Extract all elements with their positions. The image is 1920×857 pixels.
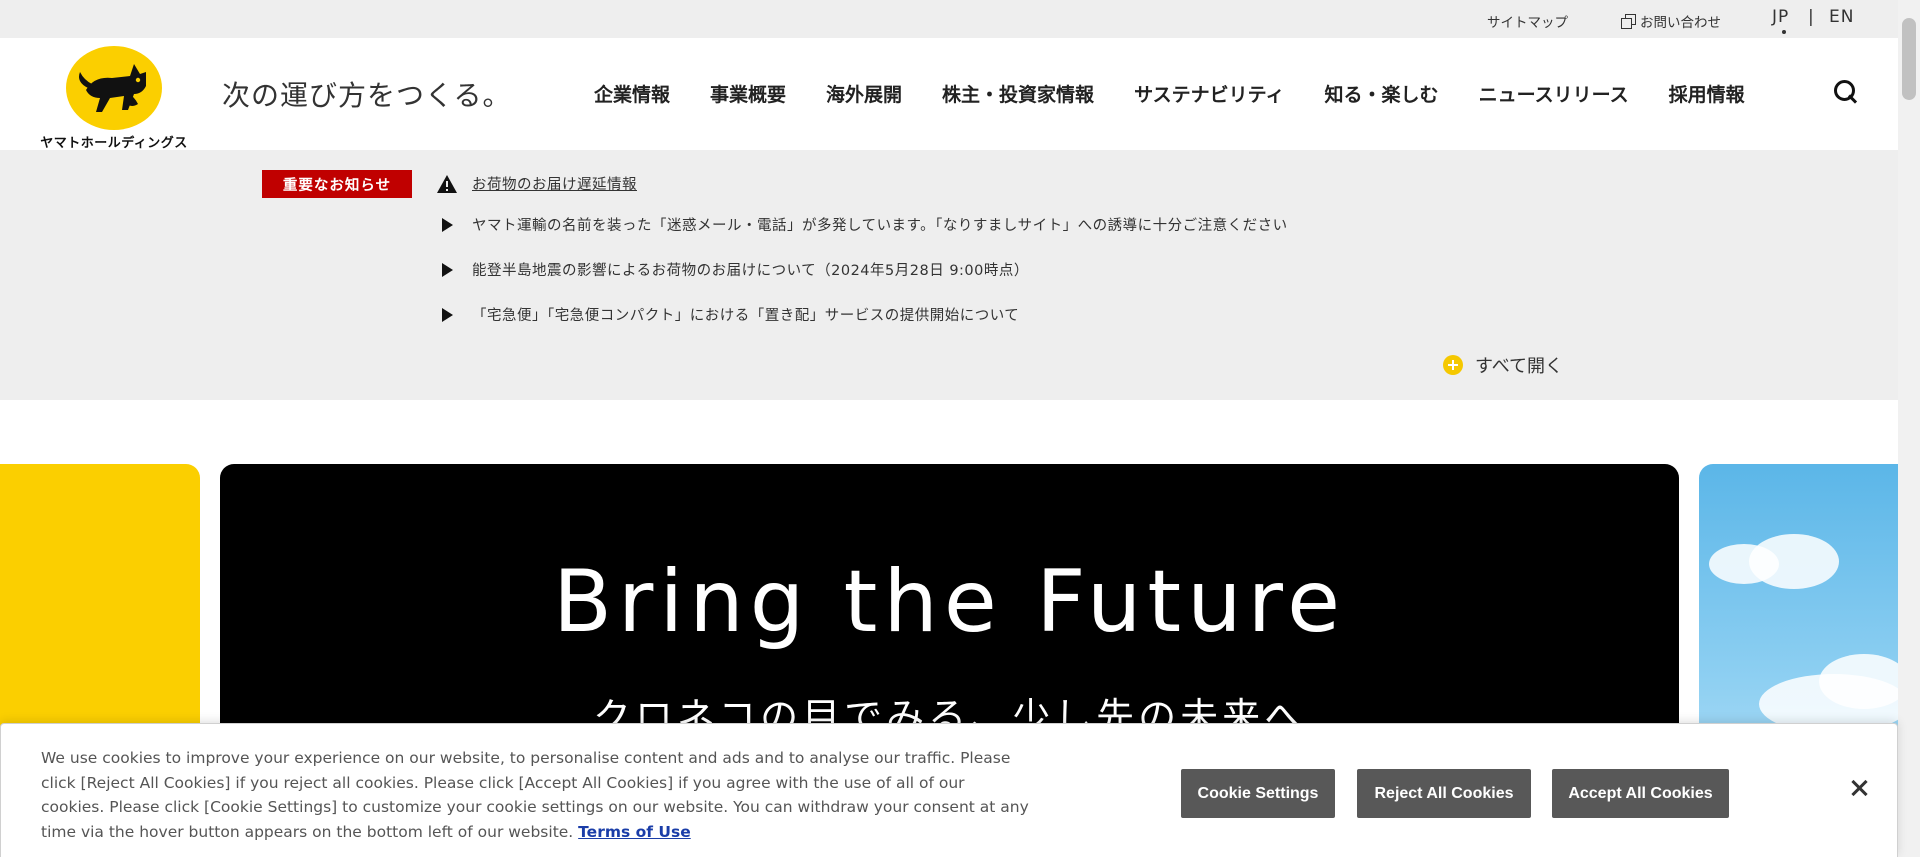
tagline: 次の運び方をつくる。 <box>222 79 512 112</box>
nav-investors[interactable]: 株主・投資家情報 <box>942 80 1094 107</box>
hero-title: Bring the Future <box>552 552 1347 652</box>
contact-link[interactable]: お問い合わせ <box>1621 11 1721 31</box>
black-cat-icon <box>66 46 162 130</box>
search-icon[interactable] <box>1834 80 1860 106</box>
triangle-right-icon <box>442 217 453 232</box>
logo-text: ヤマトホールディングス <box>40 136 188 151</box>
notice-text: 能登半島地震の影響によるお荷物のお届けについて（2024年5月28日 9:00時… <box>472 263 1029 279</box>
logo[interactable]: ヤマトホールディングス <box>38 46 190 151</box>
cookie-message-text: We use cookies to improve your experienc… <box>41 749 1029 841</box>
cloud-shape <box>1749 534 1839 589</box>
scroll-thumb[interactable] <box>1902 18 1916 100</box>
lang-en-link[interactable]: EN <box>1829 7 1854 27</box>
nav-overseas[interactable]: 海外展開 <box>826 80 902 107</box>
terms-of-use-link[interactable]: Terms of Use <box>578 823 691 841</box>
nav-business[interactable]: 事業概要 <box>710 80 786 107</box>
site-header: ヤマトホールディングス 次の運び方をつくる。 企業情報 事業概要 海外展開 株主… <box>0 38 1898 151</box>
page-scrollbar[interactable] <box>1898 0 1920 857</box>
nav-learn[interactable]: 知る・楽しむ <box>1325 80 1439 107</box>
plus-circle-icon <box>1443 355 1463 375</box>
lang-separator: | <box>1808 7 1815 27</box>
nav-company[interactable]: 企業情報 <box>594 80 670 107</box>
global-nav: 企業情報 事業概要 海外展開 株主・投資家情報 サステナビリティ 知る・楽しむ … <box>594 80 1745 107</box>
notice-item-delay[interactable]: お荷物のお届け遅延情報 <box>436 173 637 194</box>
notice-text: ヤマト運輸の名前を装った「迷惑メール・電話」が多発しています。「なりすましサイト… <box>472 218 1288 234</box>
window-icon <box>1621 14 1636 29</box>
warning-icon <box>436 174 458 194</box>
contact-label: お問い合わせ <box>1640 15 1721 31</box>
triangle-right-icon <box>442 262 453 277</box>
sitemap-link[interactable]: サイトマップ <box>1487 11 1568 31</box>
cookie-message: We use cookies to improve your experienc… <box>41 746 1031 844</box>
lang-jp-link[interactable]: JP <box>1772 7 1789 34</box>
accept-all-cookies-button[interactable]: Accept All Cookies <box>1552 769 1729 818</box>
notice-label: 重要なお知らせ <box>262 170 412 198</box>
nav-news[interactable]: ニュースリリース <box>1479 80 1629 107</box>
utility-bar: サイトマップ お問い合わせ JP | EN <box>0 0 1898 38</box>
notice-text: 「宅急便」「宅急便コンパクト」における「置き配」サービスの提供開始について <box>472 308 1020 324</box>
cookie-settings-button[interactable]: Cookie Settings <box>1181 769 1335 818</box>
notice-text: お荷物のお届け遅延情報 <box>472 177 637 193</box>
nav-sustainability[interactable]: サステナビリティ <box>1134 80 1284 107</box>
nav-recruit[interactable]: 採用情報 <box>1669 80 1745 107</box>
open-all-label: すべて開く <box>1475 356 1564 377</box>
notice-item-earthquake[interactable]: 能登半島地震の影響によるお荷物のお届けについて（2024年5月28日 9:00時… <box>436 259 1029 280</box>
important-notices: 重要なお知らせ お荷物のお届け遅延情報 ヤマト運輸の名前を装った「迷惑メール・電… <box>0 150 1898 400</box>
notice-item-spam[interactable]: ヤマト運輸の名前を装った「迷惑メール・電話」が多発しています。「なりすましサイト… <box>436 214 1288 235</box>
triangle-right-icon <box>442 307 453 322</box>
notice-item-okihai[interactable]: 「宅急便」「宅急便コンパクト」における「置き配」サービスの提供開始について <box>436 304 1019 325</box>
reject-all-cookies-button[interactable]: Reject All Cookies <box>1357 769 1531 818</box>
close-icon[interactable] <box>1847 776 1871 800</box>
open-all-button[interactable]: すべて開く <box>1443 352 1563 378</box>
cookie-banner: We use cookies to improve your experienc… <box>0 723 1898 857</box>
cloud-shape <box>1819 654 1899 709</box>
